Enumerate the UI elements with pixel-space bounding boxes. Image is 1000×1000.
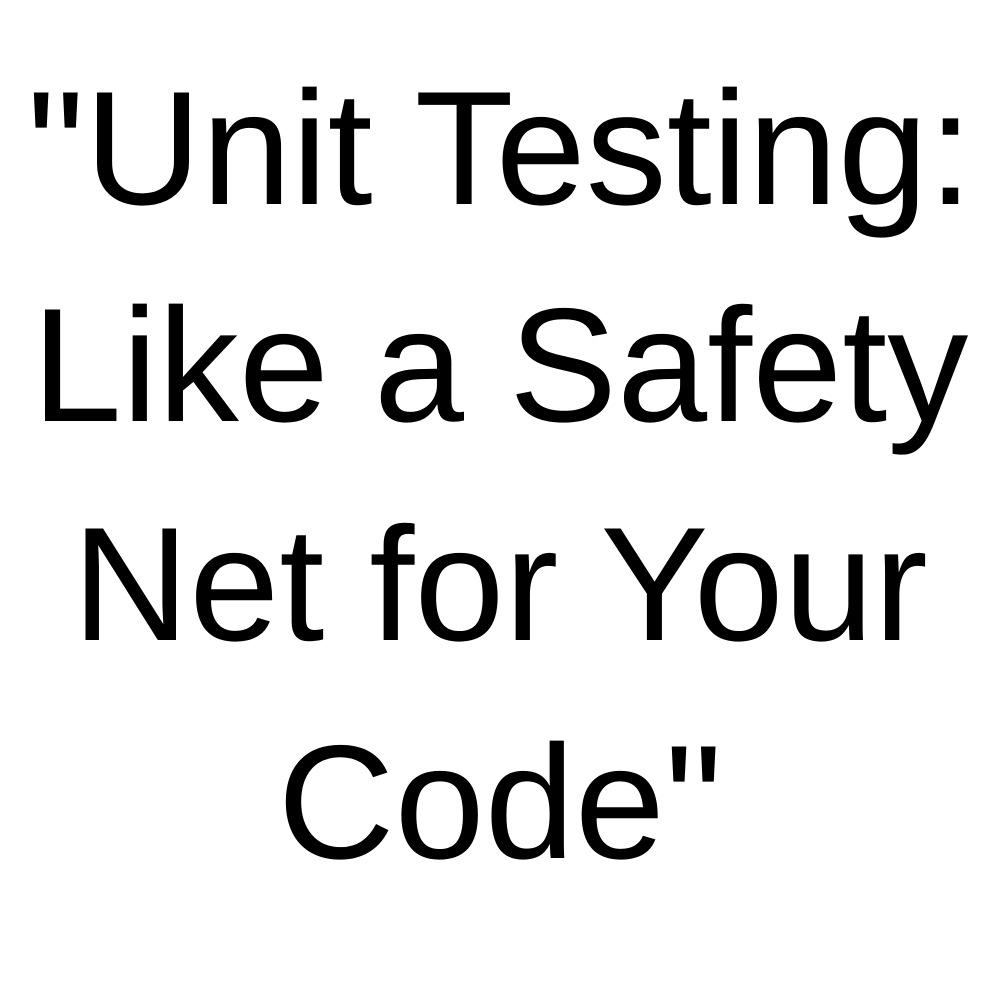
quote-line-3: Net for Your: [72, 494, 928, 675]
quote-line-1: "Unit Testing:: [27, 58, 973, 239]
quote-line-2: Like a Safety: [31, 275, 969, 456]
quote-text: "Unit Testing: Like a Safety Net for You…: [0, 0, 1000, 1000]
quote-line-4: Code": [277, 712, 723, 893]
